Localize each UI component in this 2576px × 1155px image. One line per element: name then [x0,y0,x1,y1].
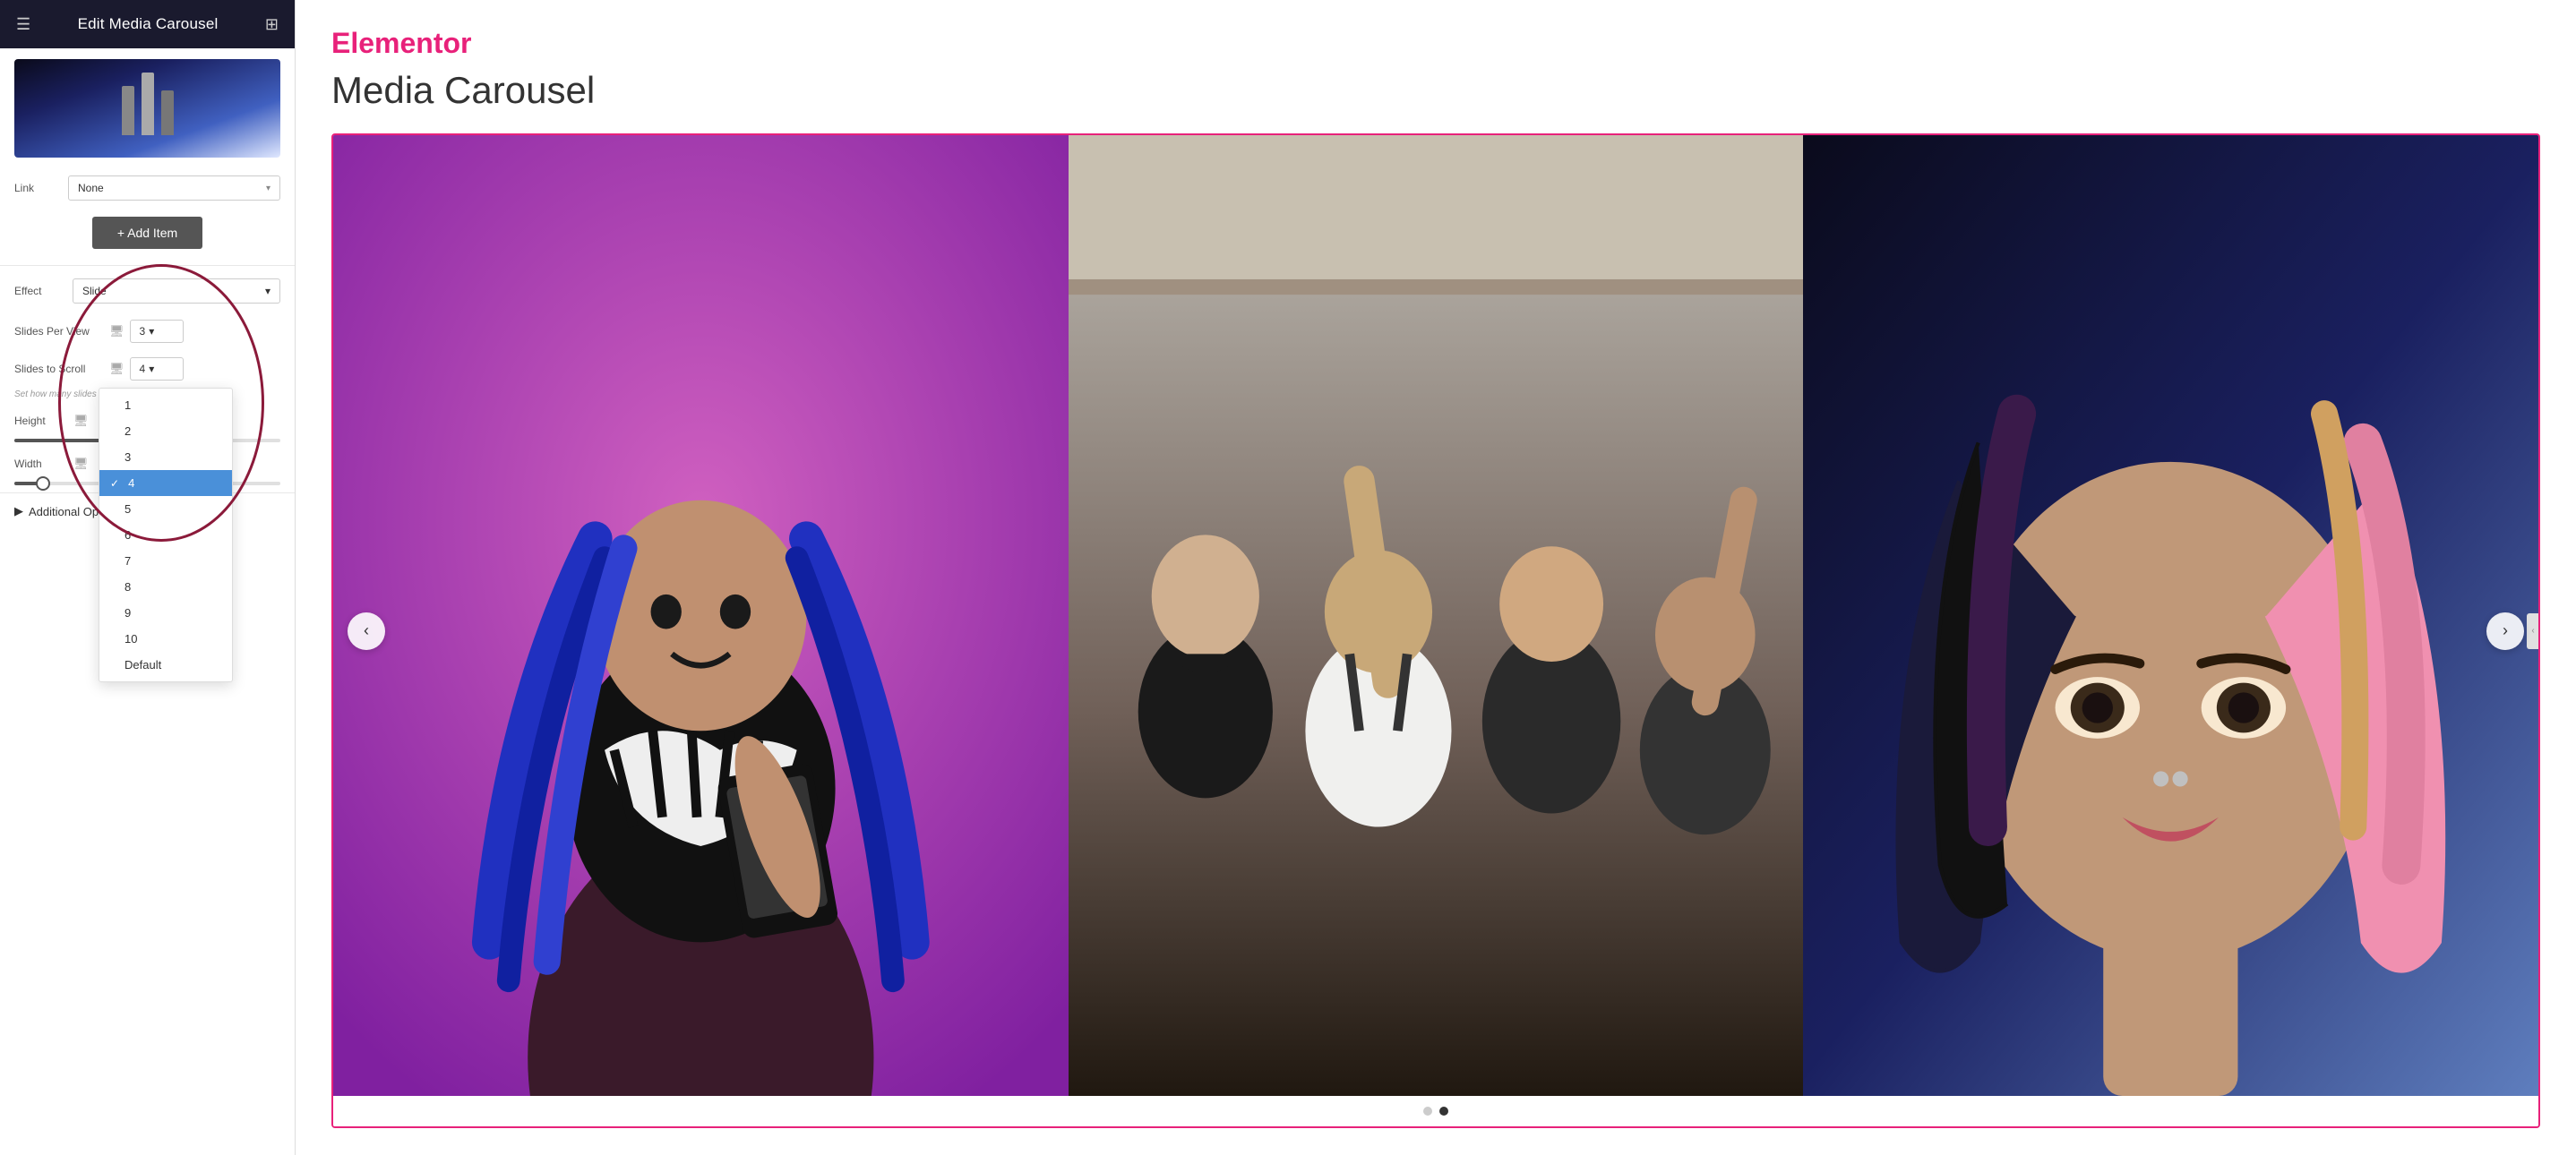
slides-to-scroll-select[interactable]: 4 ▾ [130,357,184,381]
link-select[interactable]: None ▾ [68,175,280,201]
sidebar-body: Link None ▾ + Add Item Effect Slide ▾ Sl… [0,48,295,1155]
slides-to-scroll-dropdown: 1 2 3 ✓ 4 5 6 7 8 9 10 Default [99,388,233,682]
link-label: Link [14,182,59,194]
dropdown-option-2[interactable]: 2 [99,418,232,444]
dropdown-label-default: Default [125,658,161,672]
preview-figure-1 [122,86,134,135]
carousel-slide-3 [1803,135,2538,1096]
monitor-icon-2: 🖥 [109,362,125,376]
dropdown-label-4: 4 [128,476,134,490]
slide-2-image [1069,135,1804,1096]
carousel-dot-1[interactable] [1423,1107,1432,1116]
image-preview [14,59,280,158]
sidebar: ☰ Edit Media Carousel ⊞ Link None ▾ [0,0,296,1155]
dropdown-option-default[interactable]: Default [99,652,232,678]
grid-icon[interactable]: ⊞ [265,15,279,34]
preview-figure-2 [142,73,154,135]
carousel-slide-1 [333,135,1069,1096]
dropdown-option-4[interactable]: ✓ 4 [99,470,232,496]
carousel-dot-2[interactable] [1439,1107,1448,1116]
slide-1-image [333,135,1069,1096]
slides-per-view-label: Slides Per View [14,325,104,338]
checkmark-icon: ✓ [110,477,119,490]
carousel-dots [333,1096,2538,1126]
add-item-row: + Add Item [0,208,295,261]
brand-logo: Elementor [331,27,2540,60]
sidebar-header: ☰ Edit Media Carousel ⊞ [0,0,295,48]
effect-label: Effect [14,285,64,297]
image-preview-inner [14,59,280,158]
dropdown-option-6[interactable]: 6 [99,522,232,548]
link-value: None [78,182,104,194]
width-label: Width [14,458,68,470]
carousel-container: ‹ › ‹ [331,133,2540,1128]
preview-figures [122,73,174,144]
slides-per-view-row: Slides Per View 🖥 3 ▾ [0,312,295,350]
dropdown-option-5[interactable]: 5 [99,496,232,522]
chevron-right-icon: ▶ [14,504,23,518]
slides-to-scroll-row: Slides to Scroll 🖥 4 ▾ 1 2 3 ✓ 4 5 6 7 8… [0,350,295,388]
effect-value: Slide [82,285,107,297]
slides-per-view-arrow-icon: ▾ [149,325,154,338]
monitor-icon-4: 🖥 [73,457,89,471]
dropdown-option-10[interactable]: 10 [99,626,232,652]
dropdown-label-10: 10 [125,632,137,646]
effect-row: Effect Slide ▾ [0,270,295,312]
slide-3-image [1803,135,2538,1096]
dropdown-option-3[interactable]: 3 [99,444,232,470]
hamburger-icon[interactable]: ☰ [16,15,30,34]
slides-to-scroll-arrow-icon: ▾ [149,363,154,375]
carousel-prev-button[interactable]: ‹ [348,612,385,650]
carousel-title: Media Carousel [331,69,2540,112]
collapse-handle[interactable]: ‹ [2527,613,2539,649]
add-item-button[interactable]: + Add Item [92,217,202,249]
main-content: Elementor Media Carousel [296,0,2576,1155]
dropdown-label-6: 6 [125,528,131,542]
dropdown-label-2: 2 [125,424,131,438]
dropdown-option-9[interactable]: 9 [99,600,232,626]
effect-arrow-icon: ▾ [265,285,270,297]
dropdown-label-1: 1 [125,398,131,412]
dropdown-option-7[interactable]: 7 [99,548,232,574]
preview-figure-3 [161,90,174,135]
dropdown-option-8[interactable]: 8 [99,574,232,600]
monitor-icon-3: 🖥 [73,414,89,428]
carousel-slides [333,135,2538,1096]
link-field-row: Link None ▾ [0,168,295,208]
dropdown-option-1[interactable]: 1 [99,392,232,418]
sidebar-title: Edit Media Carousel [78,15,219,33]
carousel-slide-2 [1069,135,1804,1096]
slides-per-view-value: 3 [140,325,146,338]
slides-to-scroll-value: 4 [140,363,146,375]
dropdown-label-8: 8 [125,580,131,594]
divider-1 [0,265,295,266]
dropdown-label-7: 7 [125,554,131,568]
slides-to-scroll-label: Slides to Scroll [14,363,104,375]
dropdown-label-9: 9 [125,606,131,620]
height-label: Height [14,415,68,427]
monitor-icon-1: 🖥 [109,324,125,338]
slides-per-view-select[interactable]: 3 ▾ [130,320,184,343]
link-arrow-icon: ▾ [266,184,270,193]
dropdown-label-5: 5 [125,502,131,516]
dropdown-label-3: 3 [125,450,131,464]
carousel-next-button[interactable]: › [2486,612,2524,650]
width-slider-thumb[interactable] [36,476,50,491]
effect-select[interactable]: Slide ▾ [73,278,280,304]
